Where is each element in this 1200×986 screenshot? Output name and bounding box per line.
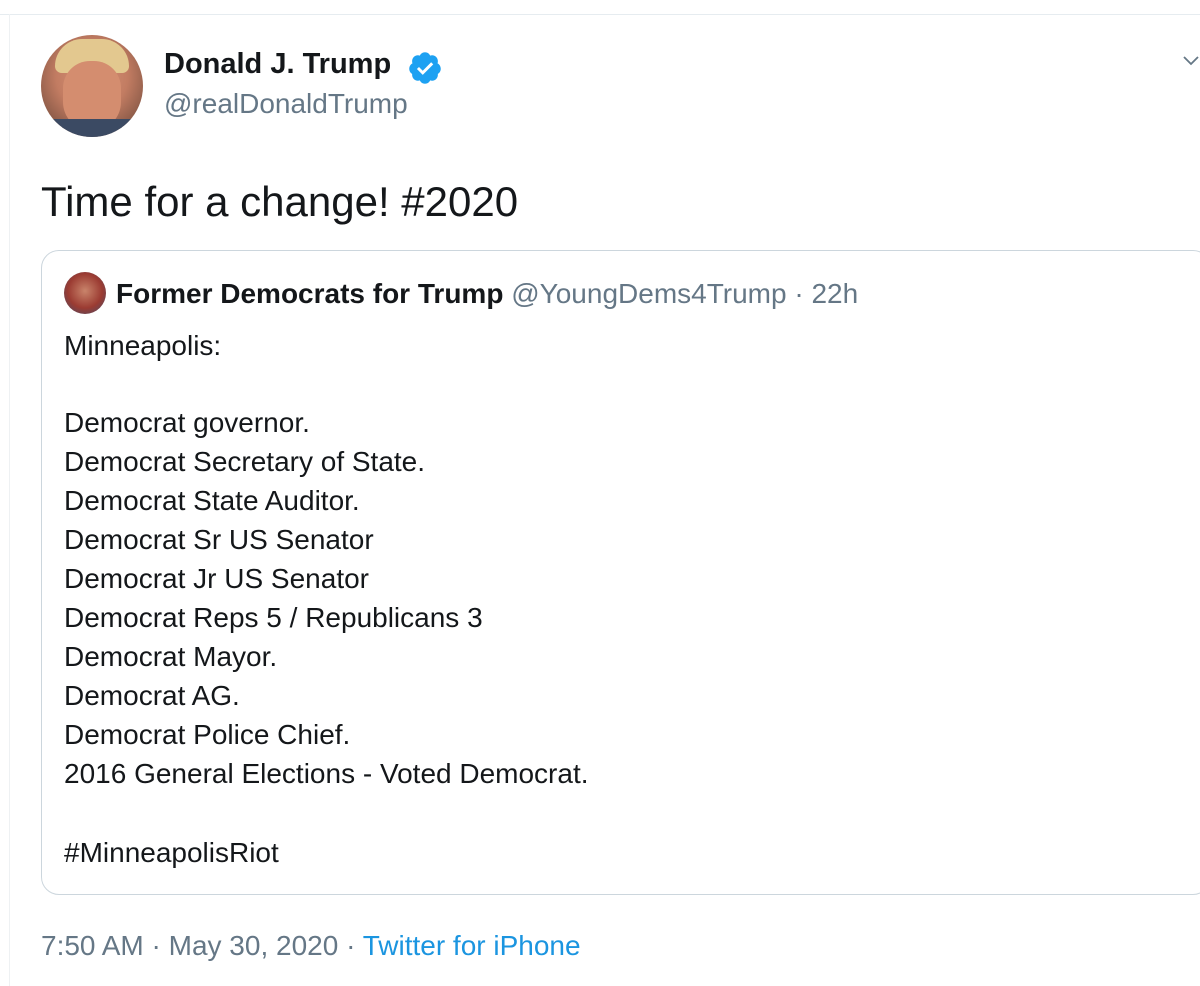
quoted-line: Democrat Police Chief. [64, 719, 351, 750]
quoted-tweet-header: Former Democrats for Trump @YoungDems4Tr… [116, 278, 858, 310]
chevron-down-icon[interactable] [1182, 52, 1200, 70]
quoted-line: Democrat Reps 5 / Republicans 3 [64, 602, 483, 633]
tweet-footer: 7:50 AM · May 30, 2020 · Twitter for iPh… [41, 930, 581, 962]
footer-separator: · [346, 930, 356, 961]
quoted-line: Democrat Sr US Senator [64, 524, 374, 555]
quoted-line: Democrat Jr US Senator [64, 563, 369, 594]
tweet-text: Time for a change! #2020 [41, 178, 519, 225]
author-handle[interactable]: @realDonaldTrump [164, 88, 408, 120]
verified-badge-icon [409, 52, 441, 84]
quoted-line: Democrat AG. [64, 680, 240, 711]
quoted-line: Minneapolis: [64, 330, 222, 361]
author-name[interactable]: Donald J. Trump [164, 48, 391, 81]
author-avatar[interactable] [41, 35, 143, 137]
quoted-line: Democrat State Auditor. [64, 485, 360, 516]
tweet-time[interactable]: 7:50 AM [41, 930, 144, 961]
quoted-line: 2016 General Elections - Voted Democrat. [64, 758, 589, 789]
quoted-meta-separator: · [794, 278, 804, 309]
tweet-source-link[interactable]: Twitter for iPhone [363, 930, 581, 961]
quoted-author-name: Former Democrats for Trump [116, 278, 504, 309]
quoted-line: Democrat Mayor. [64, 641, 278, 672]
top-divider [0, 14, 1200, 15]
quoted-line: Democrat Secretary of State. [64, 446, 426, 477]
left-divider [9, 14, 10, 986]
tweet-card: Donald J. Trump @realDonaldTrump Time fo… [0, 0, 1200, 986]
footer-separator: · [151, 930, 161, 961]
quoted-hashtag[interactable]: #MinneapolisRiot [64, 837, 279, 869]
avatar-collar [41, 119, 143, 137]
quoted-author-handle: @YoungDems4Trump [511, 278, 787, 309]
quoted-tweet-age: 22h [811, 278, 859, 309]
tweet-date[interactable]: May 30, 2020 [169, 930, 339, 961]
quoted-author-avatar [64, 272, 106, 314]
quoted-line: Democrat governor. [64, 407, 310, 438]
